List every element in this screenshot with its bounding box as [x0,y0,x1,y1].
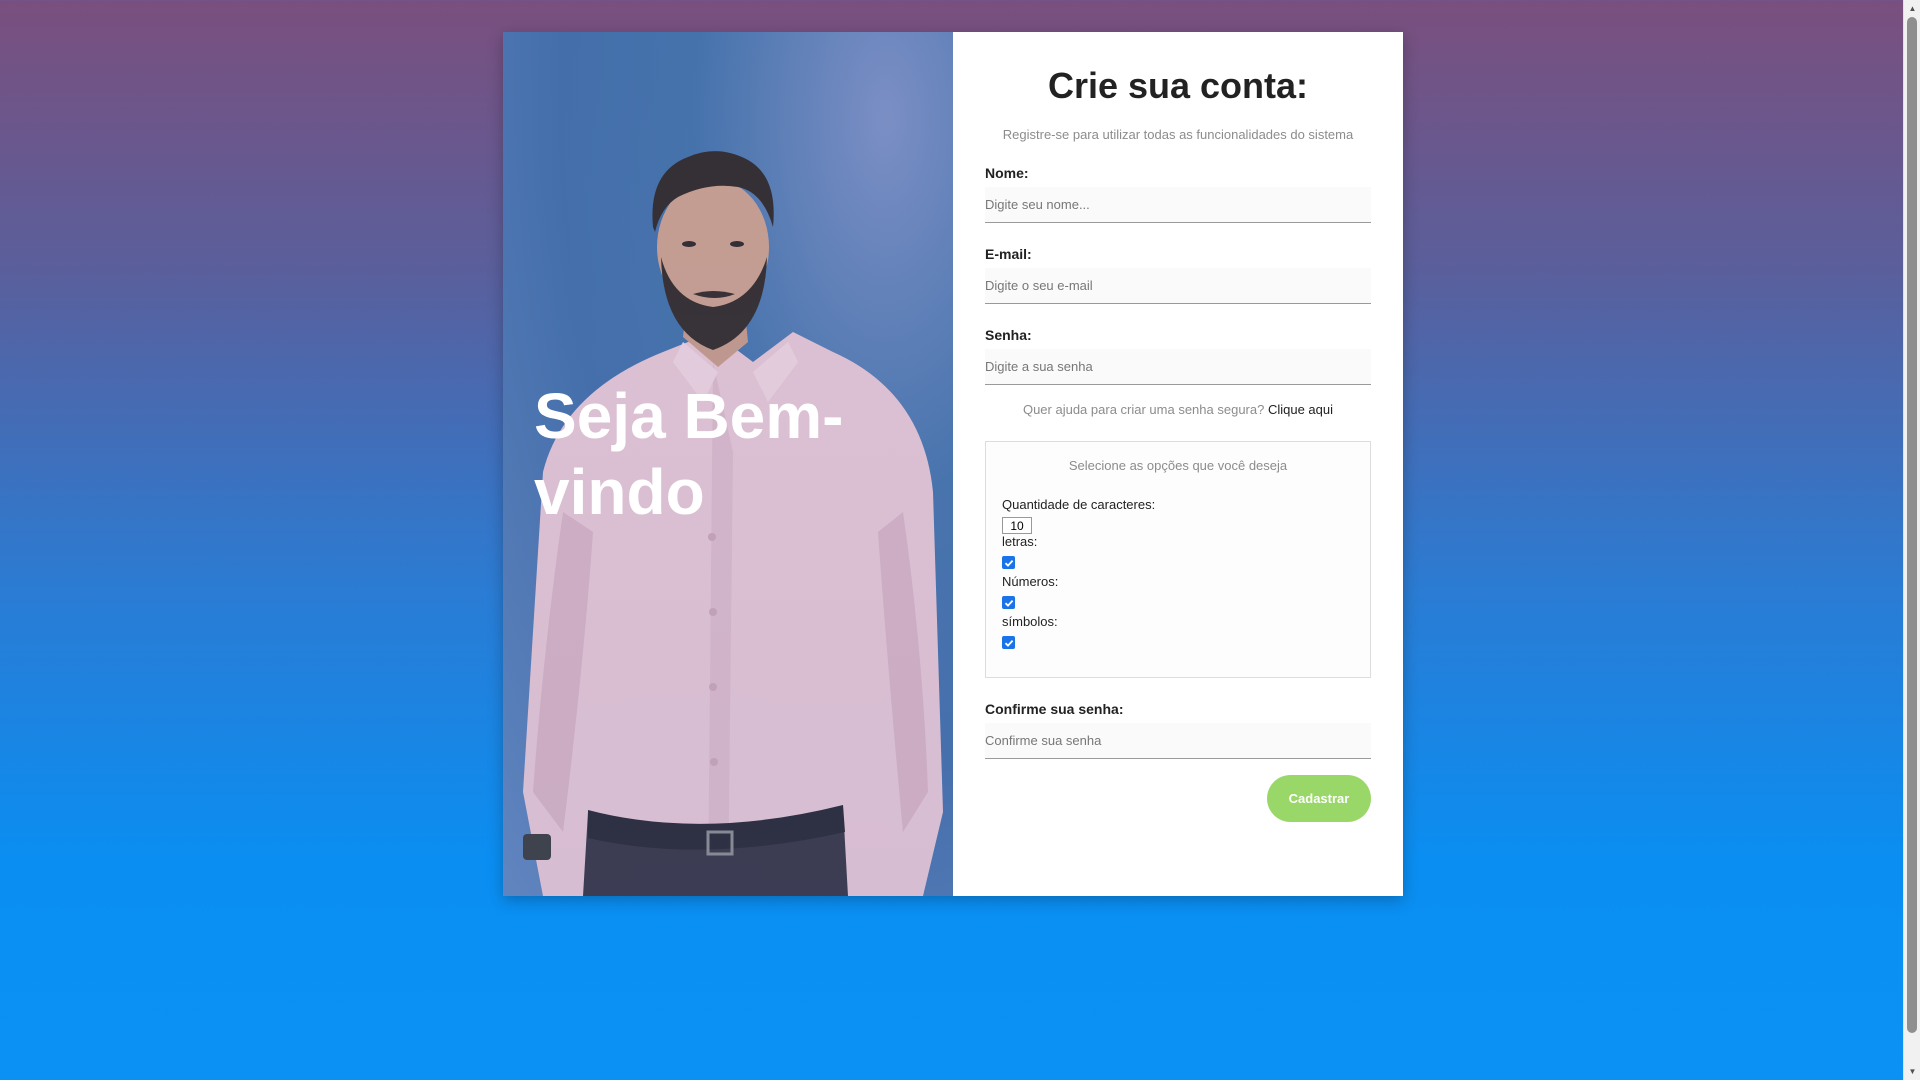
password-input[interactable] [985,349,1371,385]
page-scrollbar[interactable]: ▲ ▼ [1903,0,1920,1080]
check-icon [1004,559,1013,567]
form-title: Crie sua conta: [1047,65,1309,106]
submit-row: Cadastrar [985,775,1371,822]
form-subtitle: Registre-se para utilizar todas as funci… [1002,127,1354,142]
numbers-label: Números: [1002,574,1059,589]
register-button[interactable]: Cadastrar [1267,775,1371,822]
quantity-label: Quantidade de caracteres: [1002,497,1156,512]
confirm-password-input[interactable] [985,723,1371,759]
letters-checkbox[interactable] [1002,556,1015,569]
name-label: Nome: [985,165,1029,181]
hero-panel: Seja Bem-vindo [503,32,953,896]
check-icon [1004,599,1013,607]
scroll-down-icon[interactable]: ▼ [1904,1063,1920,1080]
email-input[interactable] [985,268,1371,304]
signup-form: Crie sua conta: Registre-se para utiliza… [953,32,1403,896]
confirm-label: Confirme sua senha: [985,701,1124,717]
email-label: E-mail: [985,246,1032,262]
check-icon [1004,639,1013,647]
scroll-up-icon[interactable]: ▲ [1904,0,1920,17]
quantity-input[interactable] [1002,517,1032,534]
password-options-box: Selecione as opções que você deseja Quan… [985,441,1371,678]
options-title: Selecione as opções que você deseja [1068,458,1288,473]
symbols-checkbox[interactable] [1002,636,1015,649]
numbers-checkbox[interactable] [1002,596,1015,609]
password-help: Quer ajuda para criar uma senha segura? … [985,402,1371,417]
password-help-link[interactable]: Clique aqui [1268,402,1333,417]
welcome-heading: Seja Bem-vindo [534,380,844,528]
name-input[interactable] [985,187,1371,223]
symbols-label: símbolos: [1002,614,1058,629]
password-label: Senha: [985,327,1032,343]
scrollbar-thumb[interactable] [1907,17,1917,1033]
signup-card: Seja Bem-vindo Crie sua conta: Registre-… [503,32,1403,896]
letters-label: letras: [1002,534,1038,549]
password-help-text: Quer ajuda para criar uma senha segura? [1022,402,1265,417]
